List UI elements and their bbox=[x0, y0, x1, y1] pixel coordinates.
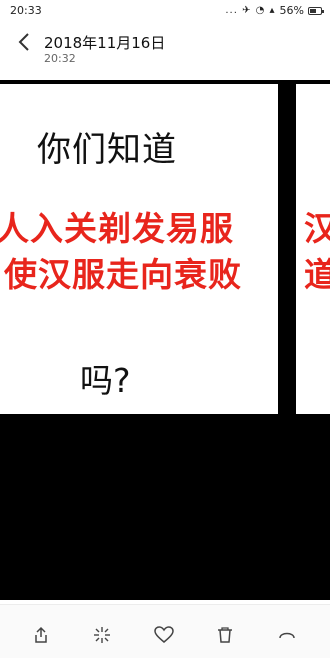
slide-next-preview[interactable]: 汉 道 bbox=[296, 84, 330, 414]
slide-line-1: 你们知道 bbox=[37, 130, 177, 170]
back-button[interactable] bbox=[14, 30, 34, 54]
slide-next-line-3: 道 bbox=[304, 255, 330, 294]
delete-button[interactable] bbox=[213, 623, 237, 647]
share-button[interactable] bbox=[29, 623, 53, 647]
status-right: ... ✈ ◔ ▴ 56% bbox=[225, 4, 324, 17]
more-button[interactable] bbox=[275, 623, 299, 647]
favorite-button[interactable] bbox=[152, 623, 176, 647]
page-title: 2018年11月16日 bbox=[44, 34, 166, 52]
play-button[interactable] bbox=[145, 309, 185, 349]
slide-line-3: 使汉服走向衰败 bbox=[4, 255, 242, 294]
more-icon bbox=[279, 632, 295, 639]
chevron-left-icon bbox=[18, 33, 29, 51]
heart-icon bbox=[154, 626, 174, 643]
battery-percent: 56% bbox=[279, 4, 304, 17]
share-icon bbox=[35, 626, 47, 643]
battery-fill bbox=[310, 8, 316, 13]
slide-next-line-2: 汉 bbox=[304, 209, 330, 248]
battery-icon bbox=[308, 6, 324, 15]
page-subtitle: 20:32 bbox=[44, 52, 76, 65]
slide-line-2: 人入关剃发易服 bbox=[0, 209, 234, 248]
slide-current[interactable]: 你们知道 人入关剃发易服 使汉服走向衰败 吗? bbox=[0, 84, 278, 414]
status-time: 20:33 bbox=[10, 4, 42, 17]
trash-icon bbox=[218, 627, 232, 643]
slide-line-4: 吗? bbox=[80, 361, 131, 400]
effects-button[interactable] bbox=[90, 623, 114, 647]
status-bar: 20:33 ... ✈ ◔ ▴ 56% bbox=[0, 0, 330, 24]
bottom-toolbar bbox=[0, 604, 330, 658]
sparkle-icon bbox=[94, 627, 110, 643]
play-icon bbox=[160, 322, 171, 336]
signal-icons: ... ✈ ◔ ▴ bbox=[225, 5, 276, 16]
header: 2018年11月16日 20:32 bbox=[0, 26, 330, 74]
